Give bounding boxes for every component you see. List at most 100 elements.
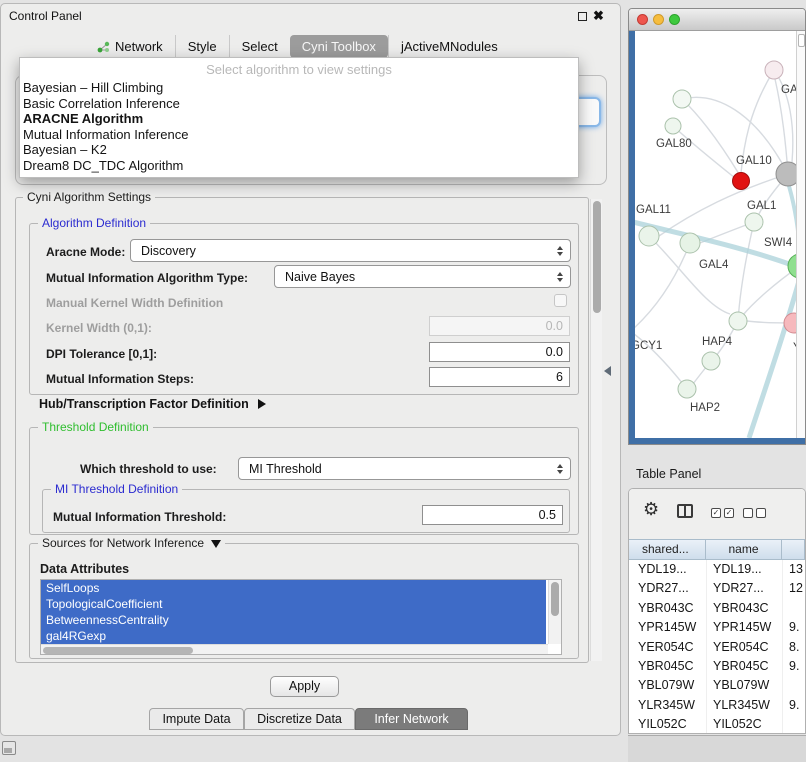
list-horizontal-scrollbar-thumb[interactable] — [43, 647, 193, 654]
network-node[interactable] — [678, 380, 696, 398]
manual-kernel-label: Manual Kernel Width Definition — [46, 296, 223, 310]
data-attributes-label: Data Attributes — [40, 562, 129, 576]
table-row[interactable]: YDL19... YDL19... 13 — [629, 560, 805, 579]
control-panel-titlebar[interactable]: Control Panel ✖ — [1, 4, 620, 28]
aracne-mode-label: Aracne Mode: — [46, 245, 125, 259]
list-item-selected[interactable]: SelfLoops — [41, 580, 546, 596]
bottom-tab-infer-network[interactable]: Infer Network — [355, 708, 468, 730]
desktop-stage: Control Panel ✖ Network Style Select Cyn… — [0, 0, 806, 762]
list-vertical-scrollbar[interactable] — [548, 580, 561, 644]
network-canvas[interactable]: GAL8 GAL80 GAL10 GAL11 GAL1 SWI4 GAL4 GC… — [635, 31, 798, 438]
node-label: SWI4 — [764, 237, 793, 249]
aracne-mode-combo[interactable]: Discovery — [130, 239, 571, 262]
network-node-red[interactable] — [733, 173, 750, 190]
network-node-gray[interactable] — [776, 162, 798, 186]
network-window-titlebar[interactable] — [629, 9, 805, 31]
tab-style[interactable]: Style — [175, 35, 229, 58]
node-label: GAL10 — [736, 155, 772, 167]
list-horizontal-scrollbar[interactable] — [41, 644, 548, 654]
list-vertical-scrollbar-thumb[interactable] — [551, 582, 559, 616]
node-label: HAP4 — [702, 336, 733, 348]
mi-type-label: Mutual Information Algorithm Type: — [46, 271, 248, 285]
network-node[interactable] — [765, 61, 783, 79]
bottom-tab-impute-data[interactable]: Impute Data — [149, 708, 244, 730]
splitpane-collapse-icon[interactable] — [604, 366, 611, 376]
algorithm-definition-legend: Algorithm Definition — [38, 216, 150, 230]
select-all-columns-icon[interactable]: ✓ ✓ — [711, 508, 734, 518]
minimize-traffic-light[interactable] — [653, 14, 664, 25]
network-node[interactable] — [639, 226, 659, 246]
control-panel-tabs: Network Style Select Cyni Toolbox jActiv… — [85, 34, 510, 59]
algorithm-dropdown[interactable]: Select algorithm to view settings Bayesi… — [19, 57, 579, 178]
column-header-name[interactable]: name — [706, 540, 782, 559]
combo-arrows-icon — [557, 246, 563, 256]
mi-threshold-input[interactable] — [422, 505, 563, 525]
window-title: Control Panel — [9, 9, 82, 23]
unselect-all-columns-icon[interactable] — [743, 508, 766, 518]
network-node[interactable] — [729, 312, 747, 330]
show-columns-icon[interactable] — [677, 504, 693, 518]
table-row[interactable]: YER054C YER054C 8. — [629, 638, 805, 657]
list-item-selected[interactable]: BetweennessCentrality — [41, 612, 546, 628]
tab-jactivemnodules[interactable]: jActiveMNodules — [388, 35, 510, 58]
list-item-selected[interactable]: gal4RGexp — [41, 628, 546, 644]
network-scrollbar[interactable] — [796, 31, 806, 438]
list-item-selected[interactable]: TopologicalCoefficient — [41, 596, 546, 612]
threshold-definition-legend: Threshold Definition — [38, 420, 153, 434]
dropdown-item[interactable]: Bayesian – Hill Climbing — [20, 80, 578, 96]
apply-button[interactable]: Apply — [270, 676, 339, 697]
dropdown-item-selected[interactable]: ARACNE Algorithm — [20, 111, 578, 127]
table-row[interactable]: YPR145W YPR145W 9. — [629, 618, 805, 637]
algorithm-definition-group: Algorithm Definition Aracne Mode: Discov… — [29, 223, 579, 395]
which-threshold-combo[interactable]: MI Threshold — [238, 457, 571, 480]
table-row[interactable]: YBL079W YBL079W — [629, 676, 805, 695]
settings-scrollbar-thumb[interactable] — [593, 201, 601, 313]
network-node[interactable] — [673, 90, 691, 108]
mi-type-combo[interactable]: Naive Bayes — [274, 265, 571, 288]
close-traffic-light[interactable] — [637, 14, 648, 25]
node-label: GCY1 — [635, 340, 662, 352]
bottom-status-strip — [628, 735, 806, 762]
table-row[interactable]: YBR045C YBR045C 9. — [629, 657, 805, 676]
node-label: HAP2 — [690, 402, 720, 414]
table-header: shared... name — [629, 539, 805, 560]
control-panel-window: Control Panel ✖ Network Style Select Cyn… — [0, 3, 621, 736]
gear-icon[interactable]: ⚙ — [643, 500, 659, 518]
mi-threshold-label: Mutual Information Threshold: — [53, 510, 226, 524]
mi-steps-label: Mutual Information Steps: — [46, 372, 194, 386]
network-node[interactable] — [745, 213, 763, 231]
tab-cyni-toolbox[interactable]: Cyni Toolbox — [290, 35, 388, 58]
table-row[interactable]: YLR345W YLR345W 9. — [629, 696, 805, 715]
dpi-tolerance-input[interactable] — [429, 342, 570, 362]
table-row[interactable]: YDR27... YDR27... 12 — [629, 579, 805, 598]
float-panel-icon[interactable] — [578, 12, 587, 21]
tab-network[interactable]: Network — [85, 35, 175, 58]
column-header-extra[interactable] — [782, 540, 805, 559]
tab-select[interactable]: Select — [229, 35, 290, 58]
docked-panel-icon[interactable] — [2, 741, 16, 755]
node-label: GAL80 — [656, 138, 692, 150]
bottom-tab-discretize-data[interactable]: Discretize Data — [244, 708, 355, 730]
table-body: YDL19... YDL19... 13 YDR27... YDR27... 1… — [629, 560, 805, 734]
close-icon[interactable]: ✖ — [593, 8, 604, 24]
dropdown-item[interactable]: Bayesian – K2 — [20, 142, 578, 158]
dropdown-item[interactable]: Mutual Information Inference — [20, 127, 578, 143]
kernel-width-label: Kernel Width (0,1): — [46, 321, 152, 335]
settings-scrollbar[interactable] — [590, 199, 602, 661]
mi-steps-input[interactable] — [429, 367, 570, 387]
combo-arrows-icon — [557, 272, 563, 282]
network-node[interactable] — [702, 352, 720, 370]
network-node[interactable] — [665, 118, 681, 134]
hub-definition-toggle[interactable]: Hub/Transcription Factor Definition — [39, 397, 266, 411]
column-header-shared-name[interactable]: shared... — [629, 540, 706, 559]
mi-threshold-group: MI Threshold Definition Mutual Informati… — [42, 489, 570, 533]
dropdown-item[interactable]: Basic Correlation Inference — [20, 96, 578, 112]
table-row[interactable]: YBR043C YBR043C — [629, 599, 805, 618]
network-scrollbar-thumb[interactable] — [798, 34, 805, 47]
dropdown-item[interactable]: Dream8 DC_TDC Algorithm — [20, 158, 578, 174]
data-attributes-list[interactable]: SelfLoops TopologicalCoefficient Between… — [40, 579, 562, 655]
table-row[interactable]: YIL052C YIL052C — [629, 715, 805, 734]
sources-legend-toggle[interactable]: Sources for Network Inference — [38, 536, 225, 550]
zoom-traffic-light[interactable] — [669, 14, 680, 25]
network-node[interactable] — [680, 233, 700, 253]
